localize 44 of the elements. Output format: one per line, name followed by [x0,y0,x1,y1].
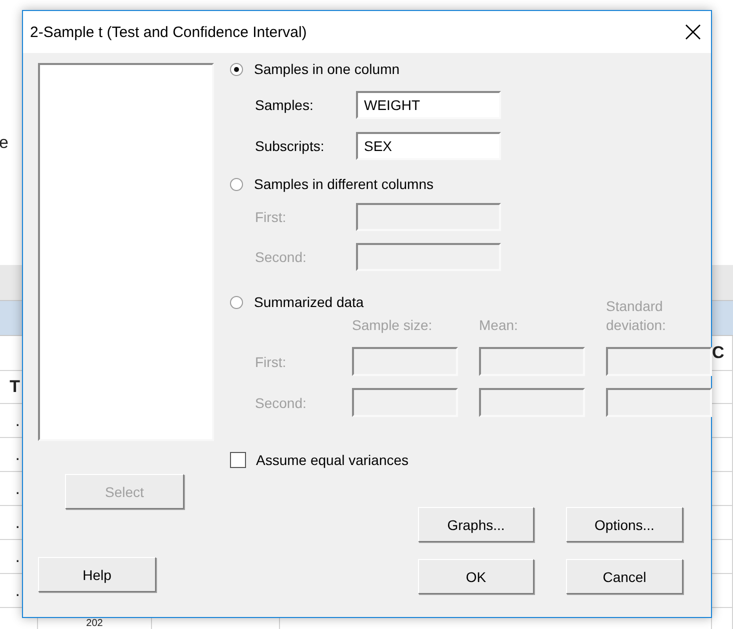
input-field[interactable] [352,388,458,417]
radio-button[interactable] [230,178,243,190]
radio-label: Summarized data [254,294,364,310]
column-header: Standard deviation: [606,297,667,335]
graphs-button[interactable]: Graphs... [418,507,534,542]
table-cell: . [15,512,20,532]
input-field[interactable] [356,203,501,231]
input-field[interactable] [352,347,458,376]
field-label: First: [255,354,288,370]
field-label: Second: [255,249,308,265]
radio-label: Samples in different columns [254,176,434,192]
table-cell: . [15,546,20,566]
checkbox-label: Assume equal variances [256,452,409,468]
input-field[interactable] [479,347,585,376]
table-cell: . [15,410,20,430]
cancel-button[interactable]: Cancel [566,559,683,594]
ok-button[interactable]: OK [418,559,534,594]
table-cell: 202 [86,619,103,629]
table-cell: T [10,377,20,397]
checkbox[interactable] [230,452,246,468]
table-cell: . [15,580,20,600]
radio-button[interactable] [230,62,243,76]
radio-button[interactable] [230,296,243,308]
field-label: Second: [255,394,308,410]
input-field[interactable] [356,243,501,271]
input-field[interactable]: SEX [356,132,501,160]
worksheet-text: e [0,133,8,153]
input-field[interactable] [479,388,585,417]
table-cell: . [15,478,20,498]
input-field[interactable]: WEIGHT [356,91,501,119]
field-label: Subscripts: [255,138,326,154]
column-header: Sample size: [352,316,434,335]
input-field[interactable] [606,347,712,376]
close-icon[interactable] [685,24,701,40]
options-button[interactable]: Options... [566,507,683,542]
field-label: Samples: [255,97,314,113]
field-label: First: [255,209,288,225]
table-cell: . [15,444,20,464]
column-header: Mean: [479,316,519,335]
input-field[interactable] [606,388,712,417]
help-button[interactable]: Help [38,557,156,592]
window-title: 2-Sample t (Test and Confidence Interval) [30,24,307,40]
radio-label: Samples in one column [254,61,400,77]
column-header: C [712,343,724,363]
